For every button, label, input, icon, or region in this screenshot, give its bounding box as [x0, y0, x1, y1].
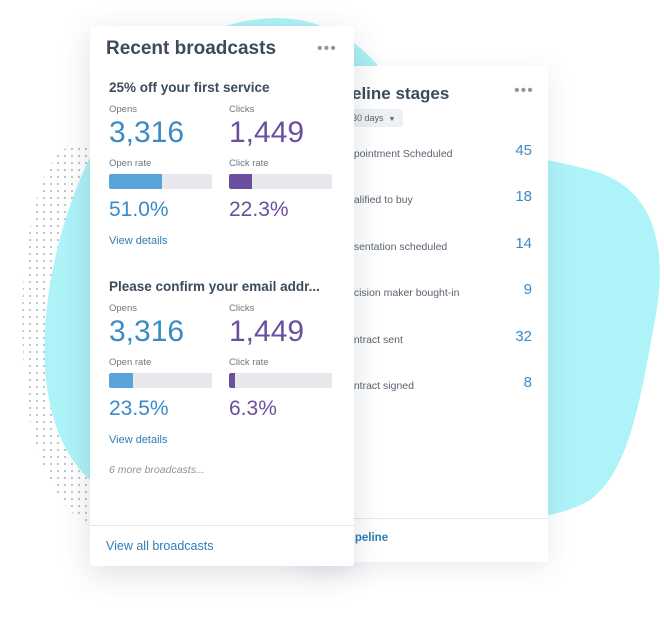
open-rate-bar	[109, 373, 212, 388]
click-rate-bar-fill	[229, 174, 252, 189]
open-rate-bar-fill	[109, 373, 134, 388]
clicks-count: 1,449	[229, 315, 305, 348]
stage-label: ecision maker bought-in	[348, 287, 460, 300]
date-range-label: 30 days	[352, 113, 384, 123]
date-range-dropdown[interactable]: 30 days ▼	[348, 109, 404, 127]
stage-count: 18	[515, 188, 532, 206]
stage-label: ontract signed	[348, 379, 414, 392]
recent-broadcasts-card: Recent broadcasts ••• 25% off your first…	[90, 26, 354, 566]
more-broadcasts-text[interactable]: 6 more broadcasts...	[109, 464, 205, 476]
click-rate-bar	[229, 174, 332, 189]
open-rate-value: 23.5%	[109, 397, 169, 420]
broadcast-title[interactable]: 25% off your first service	[109, 80, 341, 95]
click-rate-label: Click rate	[229, 357, 269, 368]
stage-label: ppointment Scheduled	[348, 148, 453, 160]
open-rate-bar-fill	[109, 174, 162, 189]
opens-label: Opens	[109, 303, 137, 314]
view-details-link[interactable]: View details	[109, 434, 168, 446]
view-all-broadcasts-link[interactable]: View all broadcasts	[106, 539, 213, 553]
chevron-down-icon: ▼	[388, 116, 396, 123]
open-rate-label: Open rate	[109, 357, 152, 368]
open-rate-label: Open rate	[109, 158, 152, 169]
stage-count: 8	[523, 373, 532, 391]
opens-count: 3,316	[109, 116, 185, 149]
view-details-link[interactable]: View details	[109, 235, 168, 247]
card-title: Recent broadcasts	[106, 38, 277, 59]
click-rate-bar-fill	[229, 373, 236, 388]
open-rate-value: 51.0%	[109, 198, 169, 221]
stage-count: 14	[515, 234, 532, 252]
clicks-label: Clicks	[229, 303, 255, 314]
opens-count: 3,316	[109, 315, 185, 348]
click-rate-value: 6.3%	[229, 397, 277, 420]
more-dots-icon[interactable]: •••	[317, 40, 337, 58]
stage-label: esentation scheduled	[348, 240, 448, 253]
more-dots-icon[interactable]: •••	[514, 82, 534, 100]
stage-count: 45	[515, 142, 532, 159]
stage-count: 32	[515, 327, 532, 345]
click-rate-bar	[229, 373, 332, 388]
opens-label: Opens	[109, 104, 137, 115]
broadcast-title[interactable]: Please confirm your email addr...	[109, 279, 341, 294]
marketing-dashboard-illustration: eline stages ••• 30 days ▼ ppointment Sch…	[0, 0, 664, 630]
stage-count: 9	[523, 281, 532, 299]
clicks-label: Clicks	[229, 104, 255, 115]
open-rate-bar	[109, 174, 212, 189]
stage-label: ualified to buy	[348, 194, 413, 207]
click-rate-label: Click rate	[229, 158, 269, 169]
clicks-count: 1,449	[229, 116, 305, 149]
stage-label: ontract sent	[348, 333, 403, 346]
click-rate-value: 22.3%	[229, 198, 289, 221]
divider	[90, 525, 354, 526]
